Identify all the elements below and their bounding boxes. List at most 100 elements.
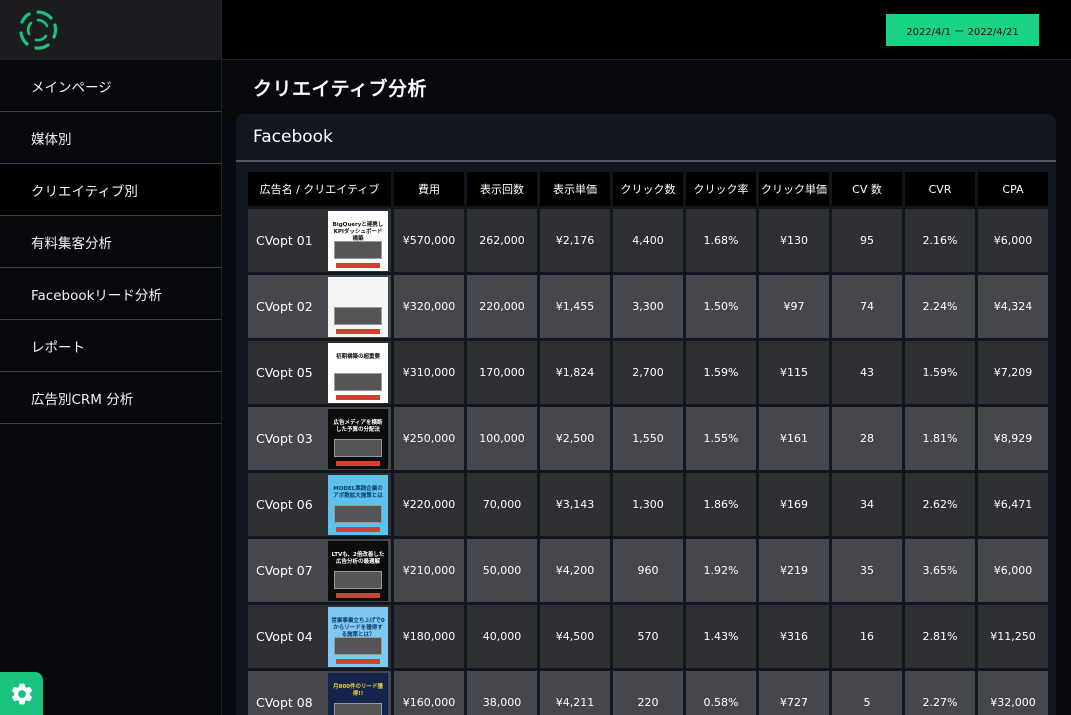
metric-cell: ¥1,455: [540, 275, 610, 338]
sidebar-item-media[interactable]: 媒体別: [0, 112, 221, 164]
metric-cell: ¥219: [759, 539, 829, 602]
thumbnail-image: [334, 504, 382, 523]
metric-cell: ¥6,000: [978, 539, 1048, 602]
metric-cell: 1,300: [613, 473, 683, 536]
column-header[interactable]: 表示単価: [540, 172, 610, 206]
column-header[interactable]: 費用: [394, 172, 464, 206]
table-row[interactable]: CVopt 06 MODEL実践企業のアポ数拡大施策とは ¥220,000 70,00…: [248, 473, 1048, 536]
metric-cell: ¥161: [759, 407, 829, 470]
metric-cell: 1.86%: [686, 473, 756, 536]
metric-cell: 2.16%: [905, 209, 975, 272]
ad-name-cell: CVopt 02: [248, 275, 391, 338]
ad-name: CVopt 02: [256, 299, 313, 314]
sidebar-item-fb-lead[interactable]: Facebookリード分析: [0, 268, 221, 320]
thumbnail-caption: LTVも、2倍改善した広告分析の最適解: [331, 551, 385, 565]
creative-thumbnail[interactable]: BigQueryと連携しKPIダッシュボード構築: [328, 210, 388, 271]
sidebar-item-crm[interactable]: 広告別CRM 分析: [0, 372, 221, 424]
metric-cell: 170,000: [467, 341, 537, 404]
metric-cell: 2.62%: [905, 473, 975, 536]
sidebar: メインページ 媒体別 クリエイティブ別 有料集客分析 Facebookリード分析 レポート…: [0, 0, 222, 715]
column-header[interactable]: 広告名 / クリエイティブ: [248, 172, 391, 206]
metric-cell: 1.50%: [686, 275, 756, 338]
logo-area: [0, 0, 221, 60]
column-header[interactable]: クリック率: [686, 172, 756, 206]
ad-name-cell: CVopt 04 営業事業立ち上げで0からリードを獲得する施策とは？: [248, 605, 391, 668]
thumbnail-banner: [336, 658, 380, 664]
table-row[interactable]: CVopt 03 広告メディアを横断した予算の分配法 ¥250,000 100,000…: [248, 407, 1048, 470]
sidebar-item-main[interactable]: メインページ: [0, 60, 221, 112]
metric-cell: ¥727: [759, 671, 829, 715]
metric-cell: 1,550: [613, 407, 683, 470]
table-row[interactable]: CVopt 01 BigQueryと連携しKPIダッシュボード構築 ¥570,000…: [248, 209, 1048, 272]
metric-cell: 220,000: [467, 275, 537, 338]
metric-cell: 220: [613, 671, 683, 715]
metric-cell: 1.81%: [905, 407, 975, 470]
thumbnail-image: [334, 372, 382, 391]
ad-name: CVopt 05: [256, 365, 313, 380]
table-row[interactable]: CVopt 07 LTVも、2倍改善した広告分析の最適解 ¥210,000 50,00…: [248, 539, 1048, 602]
sidebar-item-paid[interactable]: 有料集客分析: [0, 216, 221, 268]
column-header[interactable]: クリック単価: [759, 172, 829, 206]
column-header[interactable]: 表示回数: [467, 172, 537, 206]
ad-name-cell: CVopt 05 初期構築の超重要: [248, 341, 391, 404]
metric-cell: 1.43%: [686, 605, 756, 668]
thumbnail-caption: MODEL実践企業のアポ数拡大施策とは: [333, 485, 383, 499]
ad-name: CVopt 03: [256, 431, 313, 446]
metric-cell: 16: [832, 605, 902, 668]
creative-thumbnail[interactable]: 月800件のリード獲得!!: [328, 672, 388, 715]
sidebar-item-creative[interactable]: クリエイティブ別: [0, 164, 221, 216]
sidebar-item-report[interactable]: レポート: [0, 320, 221, 372]
ad-name-wrap: CVopt 08 月800件のリード獲得!!: [248, 671, 391, 715]
metric-cell: ¥180,000: [394, 605, 464, 668]
thumbnail-image: [334, 636, 382, 655]
metric-cell: 4,400: [613, 209, 683, 272]
creative-thumbnail[interactable]: LTVも、2倍改善した広告分析の最適解: [328, 540, 388, 601]
facebook-card: Facebook 広告名 / クリエイティブ 費用 表示回数 表示単価 クリック数 クリッ…: [236, 114, 1056, 715]
creative-thumbnail[interactable]: [328, 276, 388, 337]
metric-cell: 1.55%: [686, 407, 756, 470]
metric-cell: ¥6,471: [978, 473, 1048, 536]
table-row[interactable]: CVopt 02 ¥320,000 220,000 ¥1,455 3,300 1.50% ¥…: [248, 275, 1048, 338]
creative-table: 広告名 / クリエイティブ 費用 表示回数 表示単価 クリック数 クリック率 クリック単価 C…: [245, 169, 1051, 715]
metric-cell: 0.58%: [686, 671, 756, 715]
metric-cell: ¥11,250: [978, 605, 1048, 668]
ad-name: CVopt 01: [256, 233, 313, 248]
table-row[interactable]: CVopt 04 営業事業立ち上げで0からリードを獲得する施策とは？ ¥180,00…: [248, 605, 1048, 668]
thumbnail-banner: [336, 526, 380, 532]
table-row[interactable]: CVopt 08 月800件のリード獲得!! ¥160,000 38,000 ¥4,21…: [248, 671, 1048, 715]
metric-cell: ¥316: [759, 605, 829, 668]
ad-name: CVopt 06: [256, 497, 313, 512]
thumbnail-image: [334, 702, 382, 715]
metric-cell: ¥3,143: [540, 473, 610, 536]
ad-name-wrap: CVopt 02: [248, 275, 391, 338]
column-header[interactable]: CV 数: [832, 172, 902, 206]
ad-name-wrap: CVopt 03 広告メディアを横断した予算の分配法: [248, 407, 391, 470]
creative-thumbnail[interactable]: 初期構築の超重要: [328, 342, 388, 403]
metric-cell: 74: [832, 275, 902, 338]
metric-cell: ¥7,209: [978, 341, 1048, 404]
metric-cell: 262,000: [467, 209, 537, 272]
thumbnail-image: [334, 570, 382, 589]
ad-name-wrap: CVopt 06 MODEL実践企業のアポ数拡大施策とは: [248, 473, 391, 536]
creative-thumbnail[interactable]: MODEL実践企業のアポ数拡大施策とは: [328, 474, 388, 535]
thumbnail-caption: 営業事業立ち上げで0からリードを獲得する施策とは？: [331, 617, 385, 638]
creative-thumbnail[interactable]: 営業事業立ち上げで0からリードを獲得する施策とは？: [328, 606, 388, 667]
column-header[interactable]: CVR: [905, 172, 975, 206]
date-range-button[interactable]: 2022/4/1 ー 2022/4/21: [886, 14, 1039, 46]
metric-cell: ¥320,000: [394, 275, 464, 338]
metric-cell: 34: [832, 473, 902, 536]
column-header[interactable]: CPA: [978, 172, 1048, 206]
card-title: Facebook: [236, 114, 1056, 162]
table-row[interactable]: CVopt 05 初期構築の超重要 ¥310,000 170,000 ¥1,824 2,7…: [248, 341, 1048, 404]
spinner-logo-icon[interactable]: [17, 9, 59, 51]
metric-cell: ¥4,211: [540, 671, 610, 715]
creative-thumbnail[interactable]: 広告メディアを横断した予算の分配法: [328, 408, 388, 469]
thumbnail-banner: [336, 262, 380, 268]
metric-cell: 43: [832, 341, 902, 404]
thumbnail-caption: 月800件のリード獲得!!: [333, 683, 383, 697]
metric-cell: 960: [613, 539, 683, 602]
thumbnail-image: [334, 240, 382, 259]
settings-button[interactable]: [0, 672, 43, 715]
column-header[interactable]: クリック数: [613, 172, 683, 206]
thumbnail-banner: [336, 460, 380, 466]
